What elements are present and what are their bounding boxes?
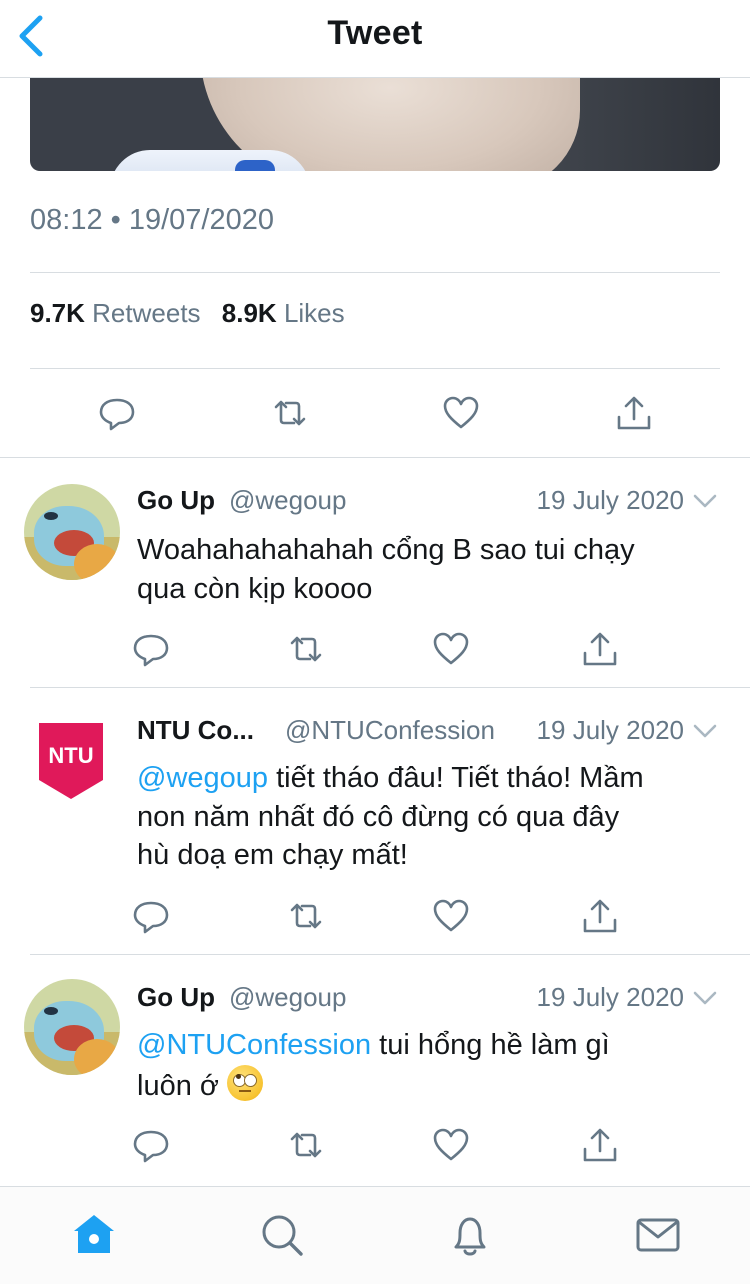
more-options-button[interactable] (692, 985, 718, 1011)
reply-button[interactable] (97, 393, 137, 433)
chevron-down-icon (693, 724, 717, 738)
reply-icon (99, 398, 135, 431)
retweets-label[interactable]: Retweets (92, 298, 200, 328)
main-tweet-actions (0, 385, 750, 441)
heart-icon (433, 632, 469, 665)
author-handle[interactable]: @wegoup (229, 485, 346, 516)
reply-text-line: tiết tháo đâu! Tiết tháo! Mầm (268, 762, 644, 794)
retweet-button[interactable] (286, 896, 326, 936)
ntu-logo: NTU (39, 723, 103, 799)
avatar[interactable] (24, 979, 120, 1075)
divider (30, 272, 720, 273)
likes-count[interactable]: 8.9K (222, 298, 277, 328)
reply-button[interactable] (131, 896, 171, 936)
more-options-button[interactable] (692, 488, 718, 514)
like-button[interactable] (431, 1125, 471, 1165)
reply-button[interactable] (131, 1125, 171, 1165)
retweets-count[interactable]: 9.7K (30, 298, 85, 328)
reply-text: @wegoup tiết tháo đâu! Tiết tháo! Mầm no… (137, 759, 727, 875)
share-button[interactable] (580, 629, 620, 669)
bottom-tab-bar (0, 1186, 750, 1284)
chevron-down-icon (693, 991, 717, 1005)
share-button[interactable] (580, 896, 620, 936)
author-name[interactable]: NTU Co... (137, 715, 254, 746)
page-title: Tweet (327, 14, 423, 52)
mention-link[interactable]: @wegoup (137, 762, 268, 794)
tweet-timestamp: 08:12 • 19/07/2020 (30, 204, 274, 236)
mention-link[interactable]: @NTUConfession (137, 1029, 371, 1061)
reply-tweet[interactable]: Go Up @wegoup 19 July 2020 @NTUConfessio… (0, 955, 750, 1185)
search-icon (262, 1215, 303, 1256)
like-button[interactable] (441, 393, 481, 433)
retweet-button[interactable] (286, 629, 326, 669)
divider (30, 368, 720, 369)
reply-date: 19 July 2020 (536, 715, 684, 745)
reply-button[interactable] (131, 629, 171, 669)
avatar[interactable] (24, 484, 120, 580)
retweet-icon (290, 1132, 322, 1158)
heart-icon (433, 1128, 469, 1161)
author-handle[interactable]: @wegoup (229, 982, 346, 1013)
share-icon (583, 899, 617, 933)
mail-icon (636, 1218, 680, 1252)
heart-icon (433, 899, 469, 932)
reply-icon (133, 1130, 169, 1163)
tweet-stats: 9.7K Retweets 8.9K Likes (30, 298, 359, 329)
retweet-button[interactable] (270, 393, 310, 433)
reply-text-line: luôn ớ (137, 1069, 219, 1102)
retweet-icon (290, 903, 322, 929)
share-icon (583, 1128, 617, 1162)
home-icon (74, 1215, 114, 1253)
share-button[interactable] (614, 393, 654, 433)
reply-text-line: Woahahahahahah cổng B sao tui chạy (137, 534, 635, 566)
heart-icon (443, 396, 479, 429)
share-button[interactable] (580, 1125, 620, 1165)
reply-icon (133, 634, 169, 667)
retweet-button[interactable] (286, 1125, 326, 1165)
face-with-rolling-eyes-icon (226, 1064, 263, 1101)
reply-text-line: qua còn kịp koooo (137, 572, 373, 605)
like-button[interactable] (431, 629, 471, 669)
reply-text: @NTUConfession tui hổng hề làm gì luôn ớ (137, 1026, 727, 1105)
author-handle[interactable]: @NTUConfession (285, 715, 495, 746)
reply-icon (133, 901, 169, 934)
top-bar: Tweet (0, 0, 750, 78)
avatar[interactable]: NTU (38, 722, 104, 800)
more-options-button[interactable] (692, 718, 718, 744)
reply-text-line: tui hổng hề làm gì (371, 1029, 610, 1061)
like-button[interactable] (431, 896, 471, 936)
reply-tweet[interactable]: NTU NTU Co... @NTUConfession 19 July 202… (0, 688, 750, 954)
reply-text-line: non năm nhất đó cô đừng có qua đây (137, 800, 620, 833)
reply-date: 19 July 2020 (536, 485, 684, 515)
share-icon (617, 396, 651, 430)
reply-date: 19 July 2020 (536, 982, 684, 1012)
retweet-icon (290, 636, 322, 662)
author-name[interactable]: Go Up (137, 982, 215, 1013)
author-name[interactable]: Go Up (137, 485, 215, 516)
reply-text: Woahahahahahah cổng B sao tui chạy qua c… (137, 531, 727, 608)
tab-messages[interactable] (634, 1211, 682, 1259)
tab-home[interactable] (70, 1211, 118, 1259)
retweet-icon (274, 400, 306, 426)
tab-notifications[interactable] (446, 1211, 494, 1259)
reply-tweet[interactable]: Go Up @wegoup 19 July 2020 Woahahahahaha… (0, 458, 750, 688)
ntu-logo-text: NTU (48, 743, 93, 768)
bell-icon (454, 1217, 486, 1256)
tab-search[interactable] (258, 1211, 306, 1259)
share-icon (583, 632, 617, 666)
reply-text-line: hù doạ em chạy mất! (137, 839, 408, 871)
likes-label[interactable]: Likes (284, 298, 345, 328)
chevron-down-icon (693, 494, 717, 508)
